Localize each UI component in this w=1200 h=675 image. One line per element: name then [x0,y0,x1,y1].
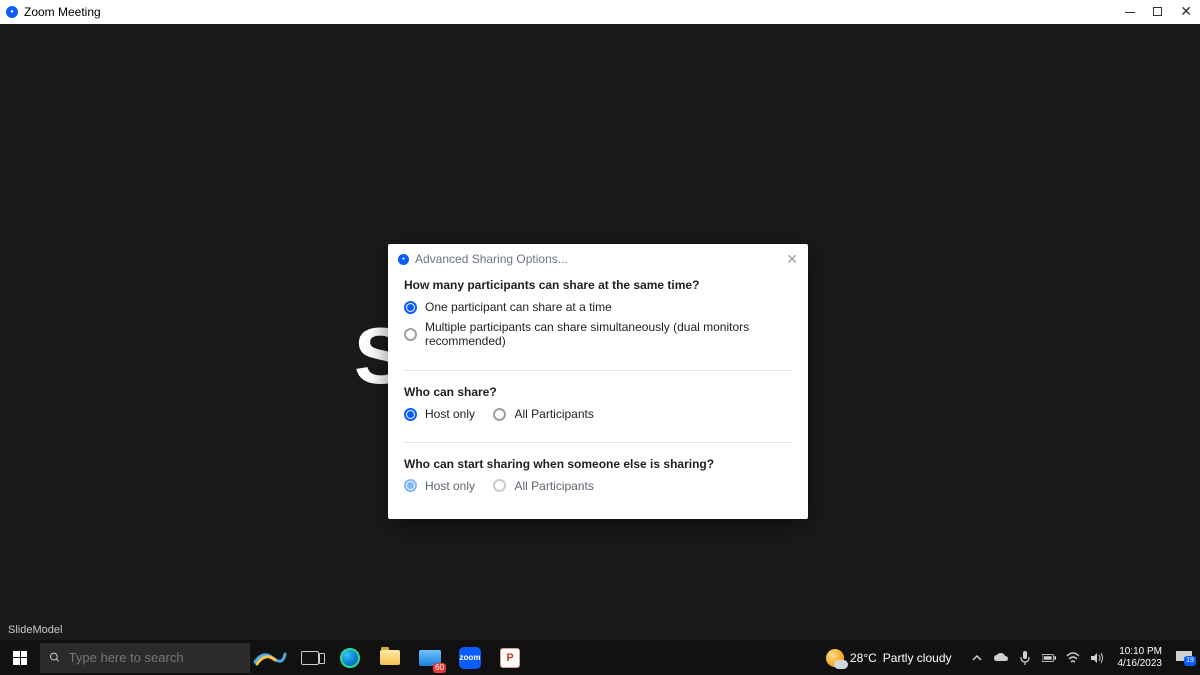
taskbar-clock[interactable]: 10:10 PM 4/16/2023 [1112,646,1169,670]
q1-section: How many participants can share at the s… [388,274,808,364]
q1-option-one-participant[interactable]: One participant can share at a time [404,300,792,314]
minimize-button[interactable] [1125,5,1135,19]
q1-opt-a-label: One participant can share at a time [425,300,612,314]
taskbar-app-zoom[interactable]: zoom [450,640,490,675]
window-title: Zoom Meeting [24,5,101,19]
tray-onedrive-icon[interactable] [994,651,1008,665]
taskbar-app-powerpoint[interactable]: P [490,640,530,675]
radio-icon [493,479,506,492]
taskbar-app-file-explorer[interactable] [370,640,410,675]
action-center-button[interactable]: 19 [1168,651,1200,665]
radio-icon [404,328,417,341]
window-title-bar: ● Zoom Meeting ✕ [0,0,1200,24]
tray-battery-icon[interactable] [1042,651,1056,665]
q3-section: Who can start sharing when someone else … [388,453,808,508]
tray-microphone-icon[interactable] [1018,651,1032,665]
maximize-button[interactable] [1153,5,1162,19]
q2-label: Who can share? [404,385,792,399]
notification-count: 19 [1184,656,1196,666]
start-button[interactable] [0,640,40,675]
divider [404,370,792,371]
search-input[interactable] [69,650,241,665]
system-tray [962,651,1112,665]
taskbar-search[interactable] [40,643,250,673]
radio-icon [404,301,417,314]
cortana-icon [253,647,287,669]
q1-option-multiple-participants[interactable]: Multiple participants can share simultan… [404,320,792,348]
q2-option-all-participants[interactable]: All Participants [493,407,593,421]
weather-temp: 28°C [850,651,877,665]
weather-icon [826,649,844,667]
q3-option-all-participants[interactable]: All Participants [493,479,593,493]
divider [404,442,792,443]
clock-time: 10:10 PM [1118,646,1163,658]
radio-icon [404,479,417,492]
mail-badge: 60 [433,663,446,673]
powerpoint-icon: P [500,648,520,668]
q3-label: Who can start sharing when someone else … [404,457,792,471]
folder-icon [380,650,400,665]
tray-volume-icon[interactable] [1090,651,1104,665]
taskbar-app-mail[interactable]: 60 [410,640,450,675]
close-button[interactable]: ✕ [1180,5,1192,19]
windows-taskbar: 60 zoom P 28°C Partly cloudy 10:10 P [0,640,1200,675]
q3-option-host-only[interactable]: Host only [404,479,475,493]
q1-label: How many participants can share at the s… [404,278,792,292]
q3-opt-b-label: All Participants [514,479,593,493]
zoom-icon: zoom [459,647,481,669]
radio-icon [404,408,417,421]
edge-icon [340,648,360,668]
task-view-button[interactable] [290,640,330,675]
taskbar-weather[interactable]: 28°C Partly cloudy [816,649,962,667]
tray-wifi-icon[interactable] [1066,651,1080,665]
weather-condition: Partly cloudy [883,651,952,665]
meeting-video-area: S SlideModel ● Advanced Sharing Options.… [0,24,1200,640]
dialog-close-button[interactable]: ✕ [786,253,798,265]
advanced-sharing-dialog: ● Advanced Sharing Options... ✕ How many… [388,244,808,519]
dialog-header: ● Advanced Sharing Options... ✕ [388,244,808,274]
taskbar-app-edge[interactable] [330,640,370,675]
q1-opt-b-label: Multiple participants can share simultan… [425,320,792,348]
zoom-app-icon: ● [6,6,18,18]
cortana-button[interactable] [250,640,290,675]
q2-opt-b-label: All Participants [514,407,593,421]
watermark-text: SlideModel [8,624,62,636]
dialog-title: Advanced Sharing Options... [415,252,568,266]
q2-option-host-only[interactable]: Host only [404,407,475,421]
windows-logo-icon [13,651,27,665]
radio-icon [493,408,506,421]
q2-opt-a-label: Host only [425,407,475,421]
search-icon [49,651,61,664]
task-view-icon [301,651,319,665]
q2-section: Who can share? Host only All Participant… [388,381,808,436]
q3-opt-a-label: Host only [425,479,475,493]
tray-chevron-up-icon[interactable] [970,651,984,665]
clock-date: 4/16/2023 [1118,658,1163,670]
zoom-app-icon: ● [398,254,409,265]
